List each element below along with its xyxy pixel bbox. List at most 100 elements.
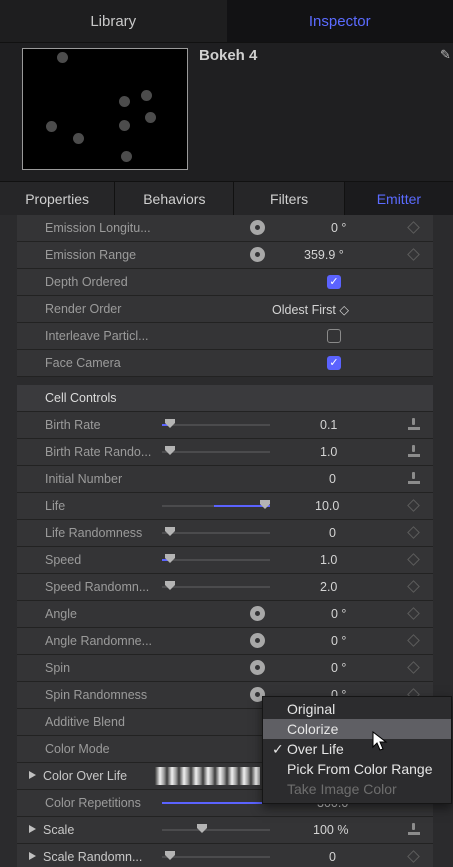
- row-value[interactable]: 10.0: [315, 499, 339, 513]
- row-value[interactable]: 100 %: [313, 823, 348, 837]
- keyframe-icon[interactable]: [407, 580, 420, 593]
- row-emission-range: Emission Range 359.9 °: [17, 242, 433, 269]
- slider[interactable]: [162, 851, 270, 860]
- slider[interactable]: [162, 500, 270, 509]
- row-label: Color Over Life: [43, 769, 128, 783]
- row-label: Scale Randomn...: [43, 850, 143, 864]
- keyframe-icon[interactable]: [407, 526, 420, 539]
- row-label: Life: [45, 499, 66, 513]
- disclosure-triangle-icon[interactable]: [29, 771, 36, 779]
- angle-dial[interactable]: [250, 633, 265, 648]
- row-label: Initial Number: [45, 472, 123, 486]
- row-label: Color Repetitions: [45, 796, 141, 810]
- row-label: Interleave Particl...: [45, 329, 149, 343]
- slider-thumb[interactable]: [165, 554, 175, 563]
- menu-item-pick-from-color-range[interactable]: Pick From Color Range: [263, 759, 451, 779]
- slider-thumb[interactable]: [165, 851, 175, 860]
- row-emission-longitude: Emission Longitu... 0 °: [17, 215, 433, 242]
- link-behavior-icon[interactable]: [408, 472, 420, 485]
- row-label: Angle Randomne...: [45, 634, 153, 648]
- row-face-camera: Face Camera ✓: [17, 350, 433, 377]
- tab-behaviors[interactable]: Behaviors: [115, 182, 235, 215]
- render-order-select[interactable]: Oldest First ◇: [272, 302, 349, 317]
- keyframe-icon[interactable]: [407, 634, 420, 647]
- angle-dial[interactable]: [250, 247, 265, 262]
- keyframe-icon[interactable]: [407, 499, 420, 512]
- row-label: Emission Longitu...: [45, 221, 151, 235]
- slider[interactable]: [162, 581, 270, 590]
- slider-thumb[interactable]: [197, 824, 207, 833]
- slider[interactable]: [162, 419, 270, 428]
- row-value[interactable]: 0 °: [331, 661, 346, 675]
- keyframe-icon[interactable]: [407, 607, 420, 620]
- row-value[interactable]: 0 °: [331, 221, 346, 235]
- row-label: Speed: [45, 553, 82, 567]
- tab-emitter[interactable]: Emitter: [344, 182, 453, 215]
- row-interleave-particles: Interleave Particl...: [17, 323, 433, 350]
- row-label: Spin: [45, 661, 71, 675]
- slider-thumb[interactable]: [165, 527, 175, 536]
- angle-dial[interactable]: [250, 606, 265, 621]
- slider[interactable]: [162, 554, 270, 563]
- slider-thumb[interactable]: [165, 446, 175, 455]
- tab-library[interactable]: Library: [0, 0, 227, 42]
- row-label: Angle: [45, 607, 77, 621]
- checkbox-checked[interactable]: ✓: [327, 275, 341, 289]
- row-label: Depth Ordered: [45, 275, 128, 289]
- menu-item-original[interactable]: Original: [263, 699, 451, 719]
- keyframe-icon[interactable]: [407, 850, 420, 863]
- row-value[interactable]: 2.0: [320, 580, 337, 594]
- link-behavior-icon[interactable]: [408, 445, 420, 458]
- tab-properties[interactable]: Properties: [0, 182, 116, 215]
- section-cell-controls[interactable]: Cell Controls: [17, 385, 433, 412]
- checkbox-checked[interactable]: ✓: [327, 356, 341, 370]
- slider[interactable]: [162, 527, 270, 536]
- mouse-cursor-icon: [372, 731, 388, 751]
- row-label: Face Camera: [45, 356, 121, 370]
- row-label: Life Randomness: [45, 526, 143, 540]
- slider-thumb[interactable]: [260, 500, 270, 509]
- pin-icon[interactable]: ✎: [440, 47, 451, 63]
- row-label: Emission Range: [45, 248, 137, 262]
- row-value[interactable]: 0: [329, 526, 336, 540]
- row-birth-rate-randomness: Birth Rate Rando... 1.0: [17, 439, 433, 466]
- row-label: Color Mode: [45, 742, 110, 756]
- link-behavior-icon[interactable]: [408, 418, 420, 431]
- row-value[interactable]: 0 °: [331, 634, 346, 648]
- slider-thumb[interactable]: [165, 419, 175, 428]
- keyframe-icon[interactable]: [407, 221, 420, 234]
- link-behavior-icon[interactable]: [408, 823, 420, 836]
- row-initial-number: Initial Number 0: [17, 466, 433, 493]
- top-tab-bar: Library Inspector: [0, 0, 453, 43]
- row-render-order: Render Order Oldest First ◇: [17, 296, 433, 323]
- row-value[interactable]: 1.0: [320, 553, 337, 567]
- angle-dial[interactable]: [250, 220, 265, 235]
- emitter-thumbnail: [22, 48, 188, 170]
- row-value[interactable]: 0: [329, 850, 336, 864]
- slider[interactable]: [162, 802, 270, 804]
- row-spin: Spin 0 °: [17, 655, 433, 682]
- row-value[interactable]: 359.9 °: [304, 248, 344, 262]
- slider[interactable]: [162, 446, 270, 455]
- tab-filters[interactable]: Filters: [234, 182, 345, 215]
- disclosure-triangle-icon[interactable]: [29, 825, 36, 833]
- angle-dial[interactable]: [250, 660, 265, 675]
- slider-thumb[interactable]: [165, 581, 175, 590]
- color-mode-menu: Original Colorize ✓ Over Life Pick From C…: [262, 696, 452, 804]
- tab-inspector[interactable]: Inspector: [226, 0, 453, 42]
- row-value[interactable]: 0: [329, 472, 336, 486]
- row-value[interactable]: 1.0: [320, 445, 337, 459]
- keyframe-icon[interactable]: [407, 553, 420, 566]
- gradient-preview[interactable]: [155, 767, 260, 785]
- keyframe-icon[interactable]: [407, 661, 420, 674]
- checkbox-unchecked[interactable]: [327, 329, 341, 343]
- slider[interactable]: [162, 824, 270, 833]
- row-value[interactable]: 0.1: [320, 418, 337, 432]
- menu-item-over-life[interactable]: ✓ Over Life: [263, 739, 451, 759]
- menu-item-take-image-color: Take Image Color: [287, 781, 397, 797]
- row-label: Render Order: [45, 302, 122, 316]
- menu-item-colorize[interactable]: Colorize: [263, 719, 451, 739]
- disclosure-triangle-icon[interactable]: [29, 852, 36, 860]
- keyframe-icon[interactable]: [407, 248, 420, 261]
- row-value[interactable]: 0 °: [331, 607, 346, 621]
